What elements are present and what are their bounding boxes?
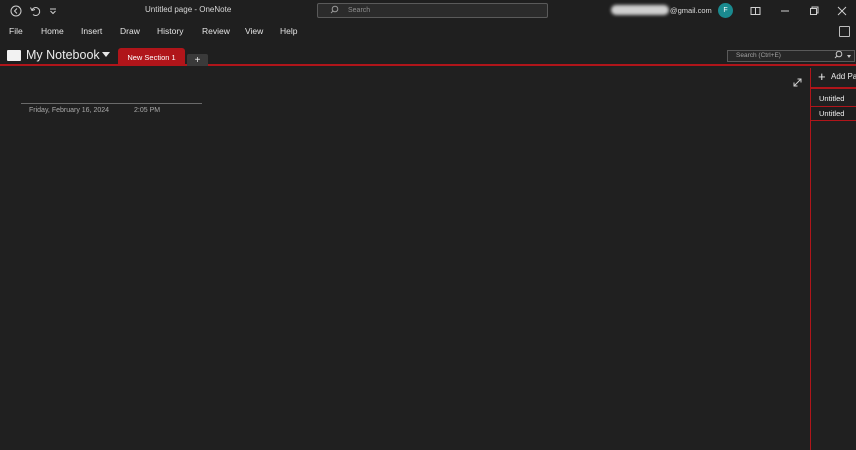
notebook-icon <box>7 50 21 61</box>
page-time: 2:05 PM <box>134 107 161 114</box>
divider <box>811 87 856 89</box>
tab-help[interactable]: Help <box>280 26 297 36</box>
redacted-email <box>611 5 669 15</box>
page-list-item-selected[interactable]: Untitled <box>811 106 856 121</box>
plus-icon: + <box>818 69 826 84</box>
page-date: Friday, February 16, 2024 <box>29 107 110 114</box>
title-search-placeholder: Search <box>348 7 371 14</box>
tab-view[interactable]: View <box>245 26 263 36</box>
tab-draw[interactable]: Draw <box>120 26 140 36</box>
tab-history[interactable]: History <box>157 26 183 36</box>
restore-icon[interactable] <box>806 3 822 19</box>
minimize-icon[interactable] <box>777 3 793 19</box>
reading-mode-icon[interactable] <box>747 3 763 19</box>
feedback-icon[interactable] <box>839 26 850 37</box>
tab-insert[interactable]: Insert <box>81 26 102 36</box>
search-icon[interactable] <box>834 50 843 61</box>
ribbon-tabs: File Home Insert Draw History Review Vie… <box>0 22 856 42</box>
add-page-label: Add Page <box>831 72 856 81</box>
close-icon[interactable] <box>834 3 850 19</box>
page-list-item[interactable]: Untitled <box>811 92 856 106</box>
notebook-search-placeholder: Search (Ctrl+E) <box>736 52 781 59</box>
page-canvas[interactable]: Friday, February 16, 2024 2:05 PM <box>0 68 810 450</box>
tab-home[interactable]: Home <box>41 26 64 36</box>
page-title-underline[interactable] <box>21 103 202 104</box>
notebook-name[interactable]: My Notebook <box>26 48 100 62</box>
tab-review[interactable]: Review <box>202 26 230 36</box>
undo-icon[interactable] <box>27 3 43 19</box>
tab-file[interactable]: File <box>9 26 23 36</box>
notebook-search-box[interactable]: Search (Ctrl+E) <box>727 50 855 62</box>
search-scope-dropdown-icon[interactable] <box>847 55 851 58</box>
section-tab-new-section-1[interactable]: New Section 1 <box>118 48 185 66</box>
back-icon[interactable] <box>8 3 24 19</box>
add-page-button[interactable]: + Add Page <box>811 68 856 86</box>
quick-access-icon[interactable] <box>45 3 61 19</box>
expand-icon[interactable] <box>791 76 803 88</box>
window-title: Untitled page - OneNote <box>145 5 232 14</box>
pages-pane: + Add Page Untitled Untitled <box>810 68 856 450</box>
account-email[interactable]: @gmail.com <box>611 5 712 15</box>
chevron-down-icon[interactable] <box>102 52 110 57</box>
avatar[interactable]: F <box>718 3 733 18</box>
notebook-bar: My Notebook New Section 1 + Search (Ctrl… <box>0 42 856 66</box>
add-section-button[interactable]: + <box>187 54 208 66</box>
search-icon <box>330 5 339 16</box>
title-bar: Untitled page - OneNote Search @gmail.co… <box>0 0 856 22</box>
title-search-box[interactable]: Search <box>317 3 548 18</box>
